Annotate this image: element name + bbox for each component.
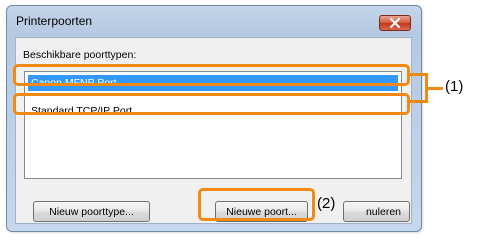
callout-bracket: [410, 73, 428, 103]
cancel-button[interactable]: nuleren: [343, 201, 410, 222]
available-port-types-label: Beschikbare poorttypen:: [23, 49, 137, 61]
new-port-type-button[interactable]: Nieuw poorttype...: [33, 201, 150, 222]
title-bar: Printerpoorten: [7, 6, 421, 34]
callout-highlight-new-port: [198, 188, 315, 221]
callout-highlight-standard-port: [13, 93, 410, 115]
callout-label-1: (1): [445, 78, 464, 95]
window-title: Printerpoorten: [16, 14, 93, 28]
callout-highlight-canon-port: [13, 64, 410, 86]
callout-bracket-tick: [427, 87, 443, 90]
close-button[interactable]: [379, 15, 411, 31]
close-icon: [390, 18, 400, 28]
callout-label-2: (2): [317, 195, 336, 212]
screenshot-stage: Printerpoorten Beschikbare poorttypen: C…: [0, 0, 478, 242]
port-types-listbox[interactable]: Canon MFNP Port Standard TCP/IP Port: [24, 71, 402, 179]
